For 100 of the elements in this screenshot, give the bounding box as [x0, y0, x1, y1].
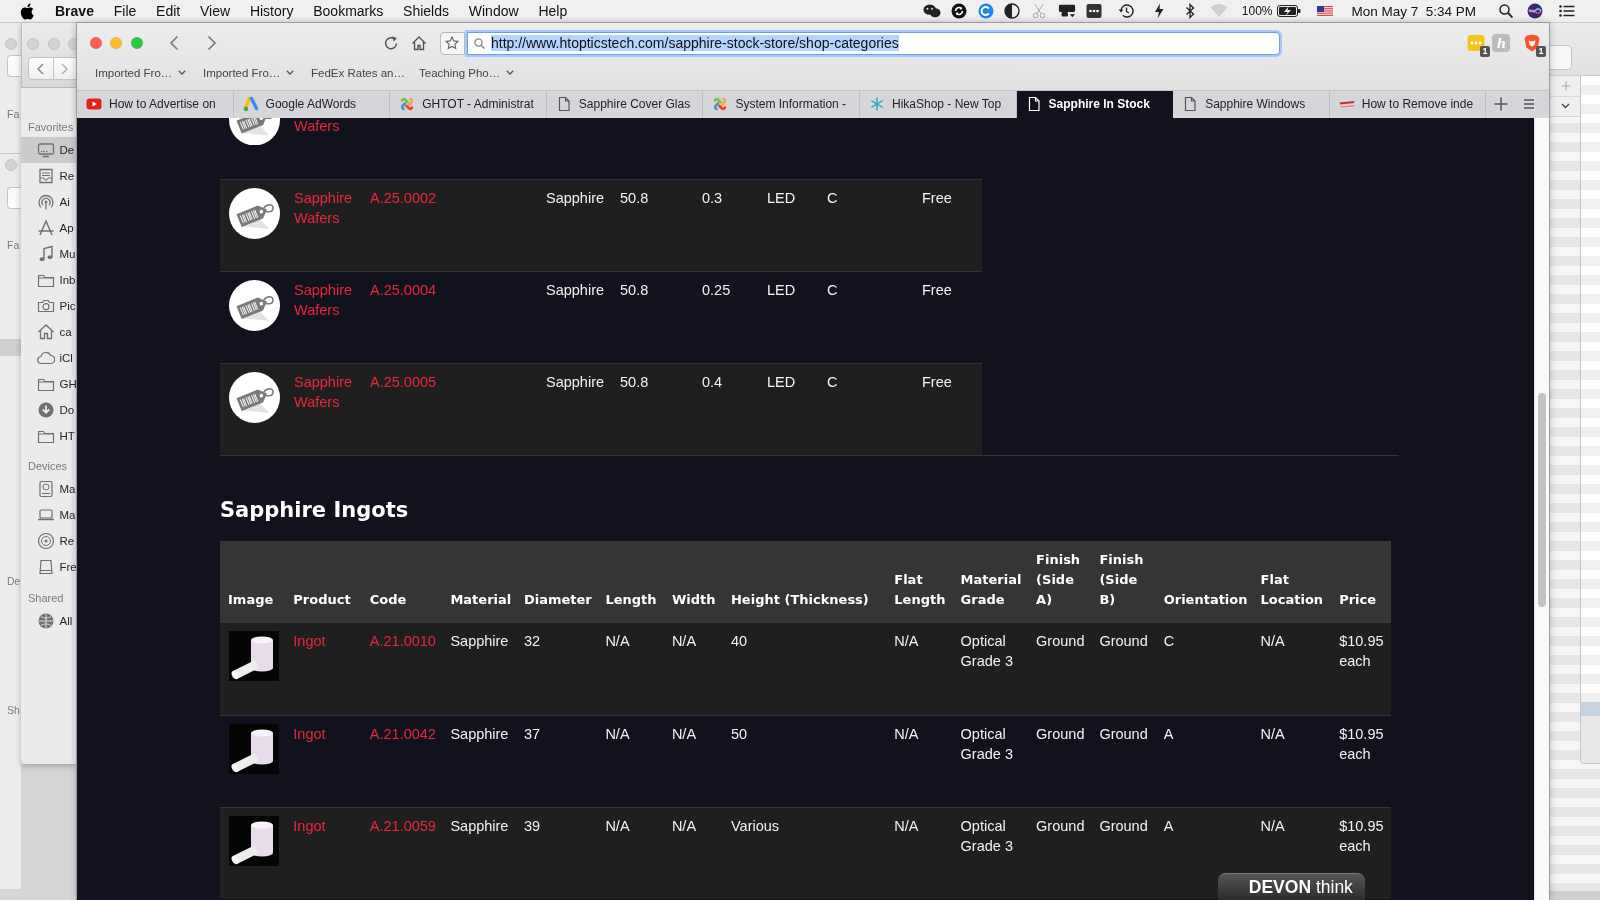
column-header: Height (Thickness)	[731, 591, 869, 607]
flag-icon[interactable]	[1316, 5, 1333, 17]
sidebar-item[interactable]: Ap	[21, 214, 77, 241]
bookmark-folder[interactable]: Imported Fro…	[95, 67, 187, 79]
code-link[interactable]: A.25.0005	[370, 371, 437, 392]
chat-bubbles-icon[interactable]	[923, 3, 942, 19]
dots-box-icon[interactable]	[1086, 3, 1103, 19]
floating-tab[interactable]: DEVON think	[1217, 873, 1365, 900]
sidebar-item[interactable]: Re	[21, 162, 77, 189]
tab[interactable]: Google AdWords	[233, 91, 391, 118]
sidebar-item[interactable]: All	[21, 607, 77, 634]
close-icon[interactable]	[89, 37, 102, 50]
chevron-down-icon[interactable]	[1561, 103, 1570, 110]
toolbar-button[interactable]	[1549, 45, 1572, 70]
menu-item[interactable]: Edit	[156, 3, 181, 19]
sidebar-item[interactable]: GH	[21, 370, 77, 397]
value-text: LED	[767, 189, 796, 206]
code-link[interactable]: A.21.0059	[369, 815, 436, 836]
menu-item[interactable]: View	[200, 3, 231, 19]
product-link[interactable]: Sapphire Wafers	[294, 279, 362, 320]
sidebar-item[interactable]: Ma	[21, 476, 77, 502]
forward-icon[interactable]	[206, 35, 217, 52]
product-link[interactable]: Wafers	[294, 117, 340, 135]
column-header: Material	[450, 591, 512, 607]
bookmark-folder[interactable]: Teaching Pho…	[419, 67, 515, 79]
scrollbar-thumb[interactable]	[1538, 392, 1546, 607]
sidebar-item[interactable]: ca	[21, 318, 77, 345]
bookmark-folder[interactable]: Imported Fro…	[203, 67, 295, 79]
clock-text[interactable]: Mon May 7 5:34 PM	[1351, 3, 1477, 19]
sidebar-item[interactable]: Ai	[21, 188, 77, 215]
flat-location-value: N/A	[1260, 725, 1285, 742]
bluetooth-icon[interactable]	[1184, 3, 1195, 19]
tab[interactable]: How to Remove inde	[1329, 91, 1487, 118]
sidebar-item[interactable]: De	[21, 136, 77, 163]
menu-item[interactable]: Shields	[403, 3, 449, 19]
flat-length-value: N/A	[894, 817, 919, 834]
tab[interactable]: System Information -	[703, 91, 860, 118]
product-link[interactable]: Ingot	[293, 723, 326, 744]
sidebar-item[interactable]: Inb	[21, 266, 77, 293]
menu-item[interactable]: File	[113, 3, 137, 19]
sidebar-item[interactable]: HT	[21, 422, 77, 449]
tab[interactable]: Sapphire In Stock	[1016, 91, 1174, 118]
sidebar-label: Fa	[7, 107, 20, 121]
sidebar-item[interactable]: Re	[21, 528, 77, 554]
sidebar-item[interactable]: Ma	[21, 502, 77, 528]
orientation-text: C	[1163, 632, 1175, 649]
back-icon[interactable]	[168, 35, 179, 52]
tab[interactable]: HikaShop - New Top	[859, 91, 1017, 118]
product-link[interactable]: Sapphire Wafers	[294, 371, 362, 412]
bookmark-button[interactable]	[440, 31, 465, 55]
count-badge: 1	[1535, 46, 1546, 58]
menu-item[interactable]: Bookmarks	[313, 3, 384, 19]
product-link[interactable]: Ingot	[293, 630, 326, 651]
scrollbar-track[interactable]	[1534, 117, 1549, 900]
price-text: $10.95 each	[1339, 817, 1384, 854]
zoom-icon[interactable]	[130, 37, 143, 50]
sidebar-item[interactable]: Fre	[21, 554, 77, 580]
half-circle-icon[interactable]	[1004, 3, 1021, 19]
dots-square-icon[interactable]	[1467, 34, 1485, 53]
sidebar-item[interactable]: Mu	[21, 240, 77, 267]
search-icon[interactable]	[1498, 4, 1513, 18]
width-value: N/A	[671, 817, 697, 834]
reload-icon[interactable]	[383, 35, 399, 52]
clock-arrow-icon[interactable]	[1118, 3, 1135, 19]
display-icon[interactable]	[1058, 3, 1077, 19]
menu-icon[interactable]	[1523, 98, 1536, 111]
lion-shield-icon[interactable]	[1523, 34, 1541, 53]
sidebar-item[interactable]: Do	[21, 396, 77, 423]
apple-icon[interactable]	[20, 2, 34, 20]
sidebar-item[interactable]: Pic	[21, 292, 77, 319]
forward-button[interactable]	[53, 57, 77, 80]
app-menu[interactable]: Brave	[55, 3, 94, 19]
home-icon[interactable]	[411, 35, 427, 52]
code-link[interactable]: A.21.0010	[369, 630, 436, 651]
tab[interactable]: How to Advertise on	[77, 91, 234, 118]
sidebar-item[interactable]: iCl	[21, 344, 77, 371]
material-text: Sapphire	[546, 281, 605, 298]
tab[interactable]: Sapphire Cover Glas	[546, 91, 704, 118]
address-field[interactable]: http://www.htopticstech.com/sapphire-stock-store/shop-categories	[467, 31, 1280, 55]
tab[interactable]: GHTOT - Administrat	[390, 91, 547, 118]
product-link[interactable]: Sapphire Wafers	[294, 187, 362, 228]
window-footer	[1581, 716, 1600, 763]
bookmark-link[interactable]: FedEx Rates an…	[311, 67, 405, 79]
c-circle-icon[interactable]	[977, 3, 994, 19]
bolt-icon[interactable]	[1153, 3, 1166, 19]
code-link[interactable]: A.25.0004	[370, 279, 437, 300]
battery-icon[interactable]	[1276, 5, 1301, 17]
menu-item[interactable]: Help	[538, 3, 568, 19]
orientation-text: A	[1163, 817, 1174, 834]
menu-item[interactable]: Window	[468, 3, 519, 19]
sync-icon[interactable]	[950, 3, 967, 19]
product-link[interactable]: Ingot	[293, 815, 326, 836]
plus-icon[interactable]	[1494, 97, 1509, 112]
code-link[interactable]: A.21.0042	[369, 723, 436, 744]
scissors-icon[interactable]	[1032, 3, 1047, 19]
tab[interactable]: Sapphire Windows	[1173, 91, 1330, 118]
list-icon[interactable]	[1559, 5, 1575, 17]
code-link[interactable]: A.25.0002	[370, 187, 437, 208]
menu-item[interactable]: History	[249, 3, 294, 19]
siri-orb-icon[interactable]	[1526, 3, 1543, 19]
